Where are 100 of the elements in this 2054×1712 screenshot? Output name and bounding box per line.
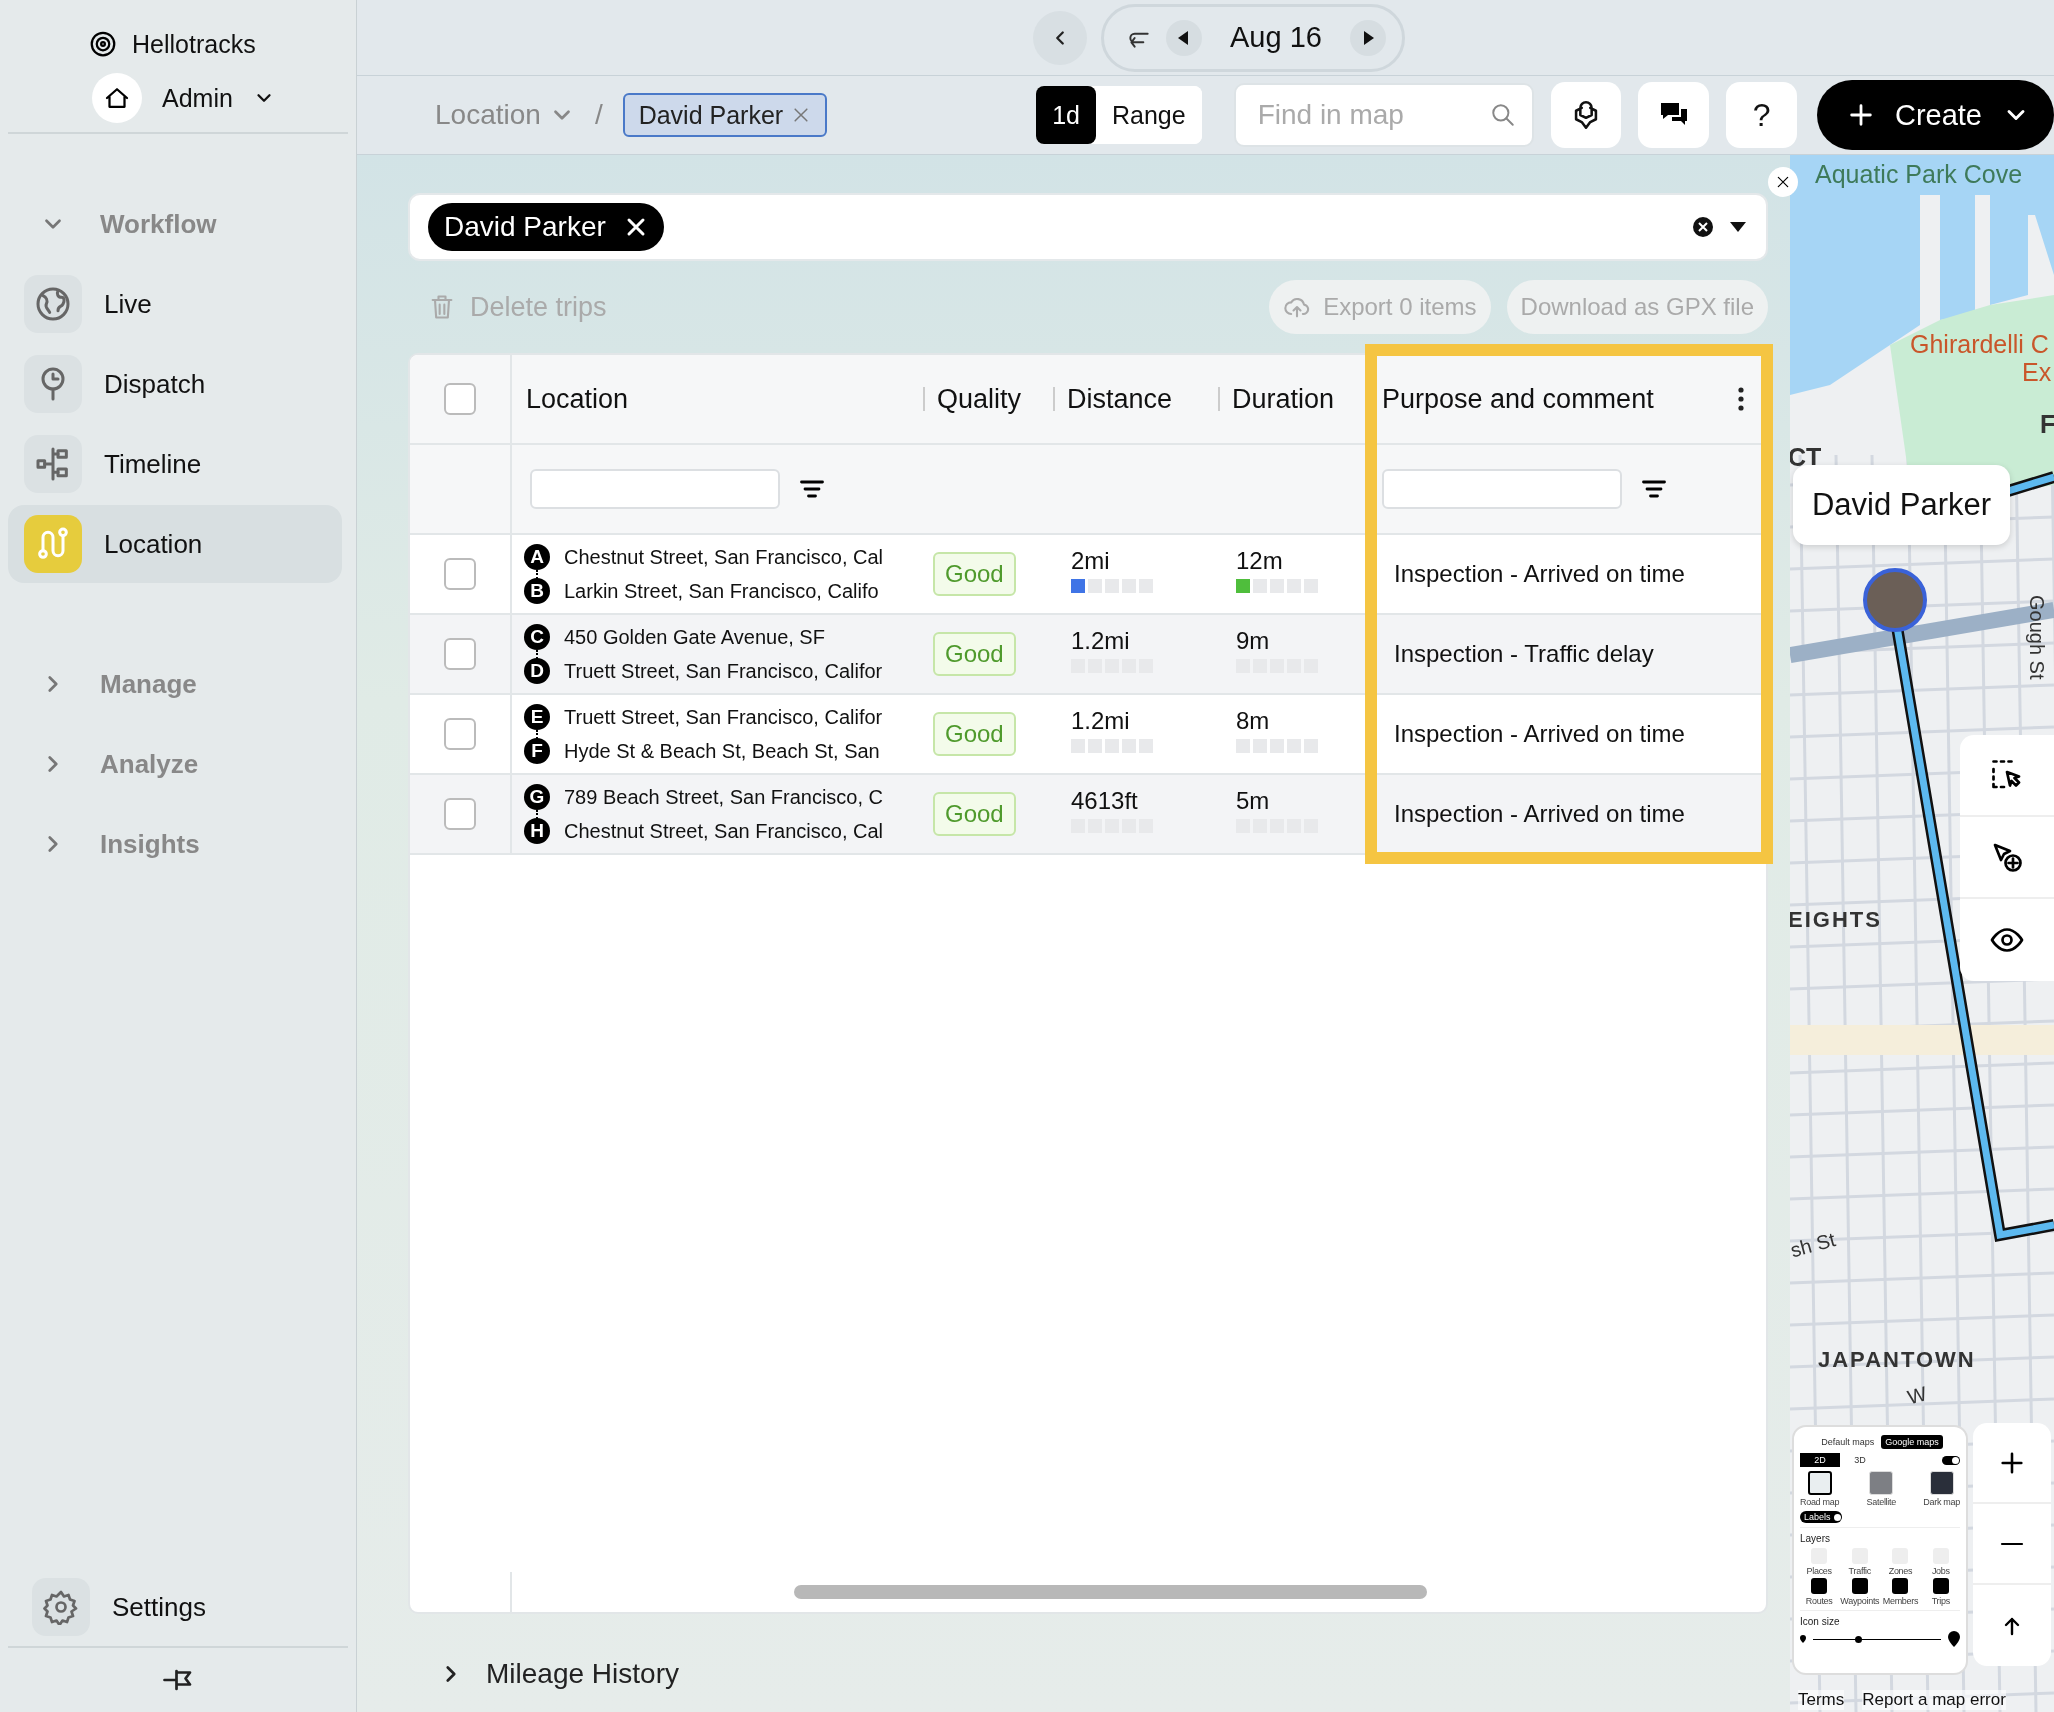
- more-icon[interactable]: [1738, 387, 1744, 411]
- column-header[interactable]: Duration: [1232, 383, 1335, 415]
- map-label: Ghirardelli C: [1910, 330, 2049, 359]
- range-tab[interactable]: 1d: [1036, 86, 1096, 144]
- layers-title: Layers: [1800, 1527, 1960, 1544]
- address-text: Chestnut Street, San Francisco, Cal: [564, 545, 884, 569]
- layer-toggle[interactable]: [1851, 1578, 1868, 1594]
- address-text: Larkin Street, San Francisco, Califo: [564, 579, 879, 603]
- sidebar-item[interactable]: Dispatch: [8, 345, 342, 423]
- duration-value: 9m: [1236, 627, 1271, 655]
- purpose-text: Inspection - Arrived on time: [1394, 560, 1685, 588]
- map-style-thumbnail[interactable]: [1807, 1471, 1832, 1495]
- search-field[interactable]: Find in map: [1233, 83, 1534, 147]
- scrollbar-thumb[interactable]: [794, 1585, 1427, 1599]
- icon-size-label: Icon size: [1800, 1610, 1960, 1627]
- chat-button[interactable]: [1638, 82, 1710, 148]
- sidebar-item[interactable]: Live: [8, 265, 342, 343]
- row-checkbox[interactable]: [444, 798, 476, 830]
- map-label: Gough St: [2025, 595, 2048, 680]
- stop-marker: F: [524, 738, 550, 764]
- close-button[interactable]: [1768, 167, 1798, 197]
- layer-toggle[interactable]: [1892, 1578, 1909, 1594]
- layer-toggle[interactable]: [1811, 1578, 1828, 1594]
- chip-label: David Parker: [444, 211, 606, 243]
- map-footer-link[interactable]: Terms: [1798, 1690, 1845, 1710]
- layer-label: Zones: [1888, 1566, 1913, 1576]
- column-header[interactable]: Distance: [1067, 383, 1173, 415]
- layer-toggle[interactable]: [1932, 1578, 1949, 1594]
- column-header[interactable]: Purpose and comment: [1382, 383, 1654, 415]
- map-label: Ex: [2022, 358, 2052, 387]
- brand-name: Hellotracks: [132, 29, 256, 59]
- purpose-text: Inspection - Traffic delay: [1394, 640, 1654, 668]
- location-filter-field[interactable]: [530, 469, 780, 509]
- column-header[interactable]: Quality: [937, 383, 1022, 415]
- select-all-checkbox[interactable]: [444, 383, 476, 415]
- stop-marker: A: [524, 544, 550, 570]
- stop-marker: C: [524, 624, 550, 650]
- address-text: Hyde St & Beach St, Beach St, San: [564, 739, 880, 763]
- account-name[interactable]: Admin: [162, 83, 233, 113]
- map-label: sh St: [1790, 1228, 1838, 1263]
- filter-chip[interactable]: David Parker: [428, 203, 664, 251]
- address-text: 789 Beach Street, San Francisco, C: [564, 785, 884, 809]
- purpose-text: Inspection - Arrived on time: [1394, 800, 1685, 828]
- breadcrumb-separator: /: [594, 99, 603, 131]
- stop-marker: E: [524, 704, 550, 730]
- small-pin-icon: [1800, 1635, 1806, 1643]
- mileage-history-toggle[interactable]: Mileage History: [408, 1636, 1768, 1712]
- quality-badge: Good: [933, 792, 1016, 836]
- map-mode-tab[interactable]: 3D: [1840, 1453, 1880, 1467]
- search-icon: [1489, 102, 1516, 128]
- brand-logo-icon: [88, 29, 118, 59]
- row-checkbox[interactable]: [444, 638, 476, 670]
- layer-label: Members: [1882, 1596, 1919, 1606]
- ai-button[interactable]: [1550, 82, 1622, 148]
- clear-icon[interactable]: [1692, 216, 1714, 238]
- purpose-text: Inspection - Arrived on time: [1394, 720, 1685, 748]
- help-button[interactable]: ?: [1726, 82, 1797, 148]
- stop-marker: D: [524, 658, 550, 684]
- labels-toggle[interactable]: Labels: [1800, 1511, 1842, 1523]
- distance-value: 2mi: [1071, 547, 1111, 575]
- slider-thumb[interactable]: [1854, 1635, 1862, 1643]
- row-checkbox[interactable]: [444, 558, 476, 590]
- previous-day-button[interactable]: [1166, 19, 1202, 56]
- map-label: EIGHTS: [1790, 907, 1882, 933]
- map-mode-tab[interactable]: 2D: [1800, 1453, 1840, 1467]
- quality-badge: Good: [933, 712, 1016, 756]
- address-text: 450 Golden Gate Avenue, SF: [564, 625, 825, 649]
- caret-icon[interactable]: [1730, 222, 1746, 232]
- distance-value: 1.2mi: [1071, 707, 1131, 735]
- settings-item[interactable]: Settings: [8, 1568, 348, 1648]
- stop-marker: B: [524, 578, 550, 604]
- distance-value: 1.2mi: [1071, 627, 1131, 655]
- duration-value: 5m: [1236, 787, 1271, 815]
- next-day-button[interactable]: [1349, 19, 1386, 56]
- create-button[interactable]: Create: [1816, 80, 2054, 150]
- sidebar-item[interactable]: Location: [8, 505, 342, 583]
- column-header[interactable]: Location: [526, 383, 629, 415]
- close-icon: [1775, 174, 1791, 190]
- quality-badge: Good: [933, 632, 1016, 676]
- purpose-filter-field[interactable]: [1382, 469, 1622, 509]
- breadcrumb-chip[interactable]: David Parker: [622, 93, 828, 137]
- layer-label: Jobs: [1931, 1566, 1950, 1576]
- large-pin-icon: [1948, 1631, 1960, 1647]
- map-tooltip: David Parker: [1793, 465, 2010, 545]
- triangle-right-icon: [1361, 30, 1374, 45]
- map-style-label: Road map: [1800, 1497, 1840, 1507]
- sidebar-item[interactable]: Timeline: [8, 425, 342, 503]
- map-source-tab[interactable]: Google maps: [1881, 1435, 1943, 1449]
- duration-value: 8m: [1236, 707, 1271, 735]
- map-footer-link[interactable]: Report a map error: [1862, 1690, 2006, 1710]
- distance-value: 4613ft: [1071, 787, 1139, 815]
- map-switch[interactable]: [1942, 1455, 1960, 1465]
- map-style-label: Satellite: [1866, 1497, 1896, 1507]
- address-text: Truett Street, San Francisco, Califor: [564, 705, 883, 729]
- row-checkbox[interactable]: [444, 718, 476, 750]
- settings-icon: [43, 1589, 79, 1625]
- map-label: JAPANTOWN: [1818, 1347, 1976, 1373]
- map-source-tab[interactable]: Default maps: [1817, 1435, 1879, 1449]
- date-label: Aug 16: [1229, 21, 1323, 54]
- layer-label: Places: [1806, 1566, 1832, 1576]
